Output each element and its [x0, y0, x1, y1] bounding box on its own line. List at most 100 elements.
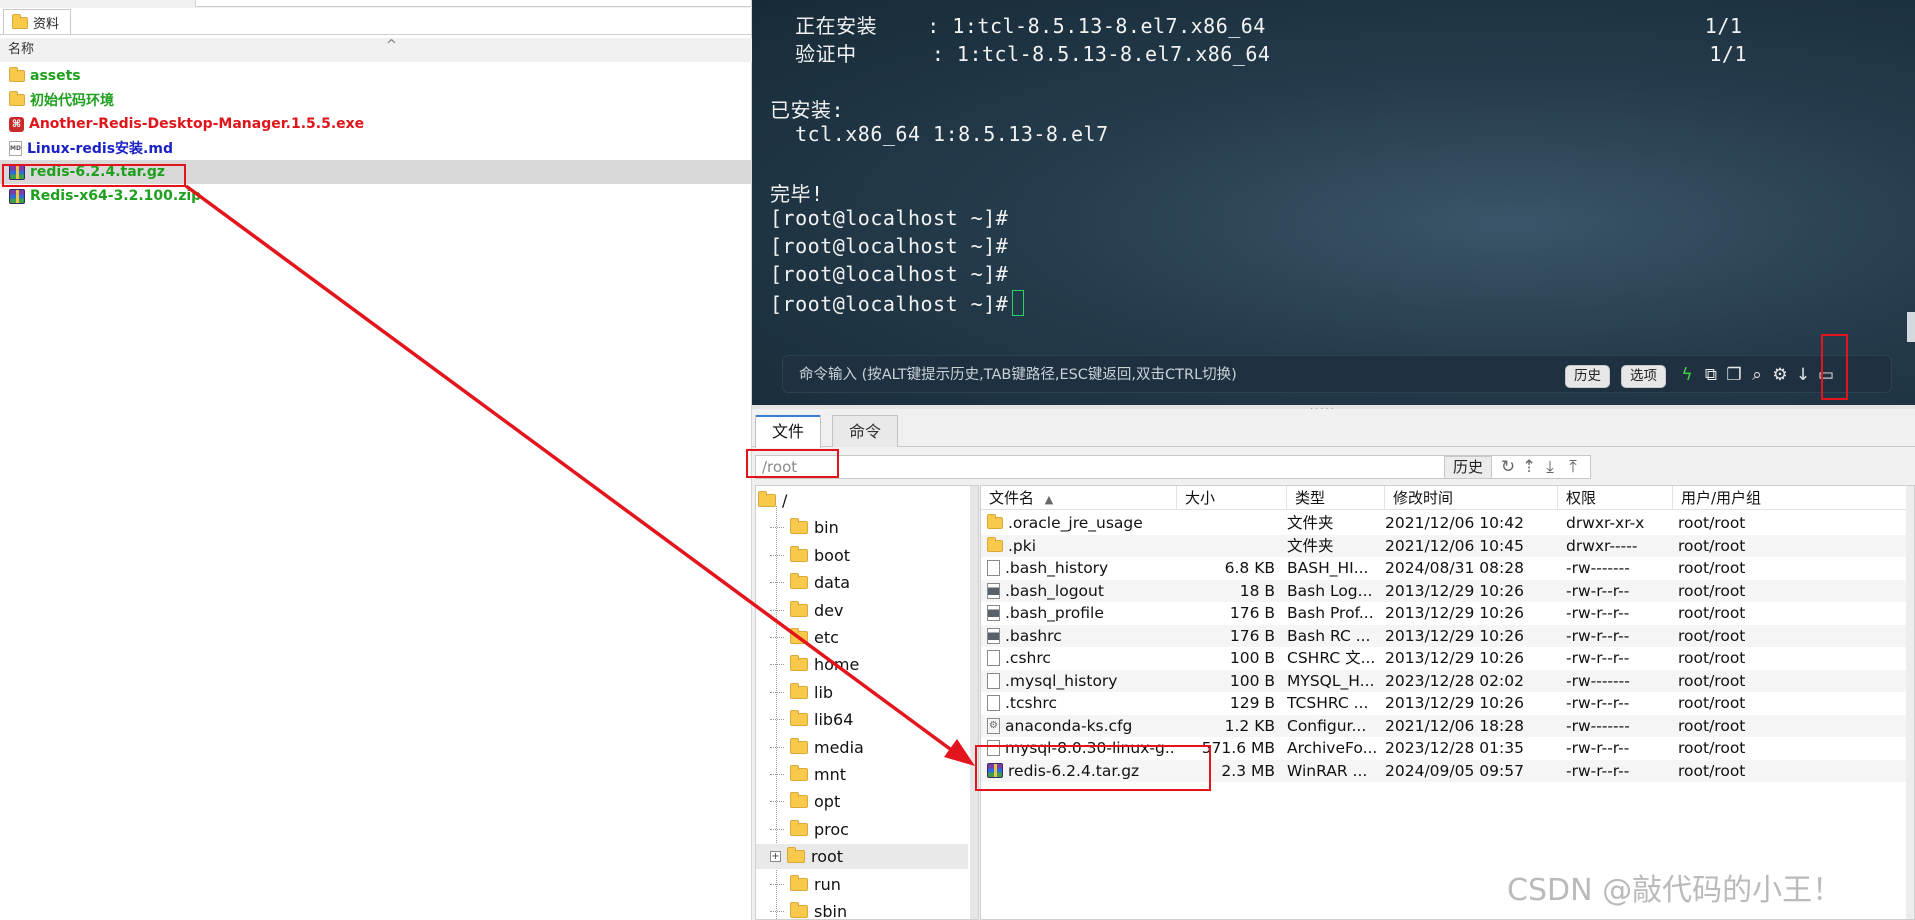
refresh-icon[interactable]: ↻ [1498, 455, 1518, 479]
file-permissions-cell: -rw------- [1566, 559, 1630, 577]
tree-item[interactable]: etc [756, 625, 968, 650]
folder-icon [987, 536, 1003, 552]
path-history-button[interactable]: 历史 [1444, 456, 1493, 479]
tree-item[interactable]: mnt [756, 762, 968, 787]
command-input-field[interactable]: 命令输入 (按ALT键提示历史,TAB键路径,ESC键返回,双击CTRL切换) [799, 356, 1559, 394]
explorer-file-item[interactable]: 初始代码环境 [0, 88, 752, 112]
explorer-file-name: Another-Redis-Desktop-Manager.1.5.5.exe [29, 116, 365, 132]
sftp-file-manager: 文件 命令 / root 历史 ↻ ⇡ ⤓ ⤒ / bin boot data dev et… [752, 409, 1915, 920]
column-header-name[interactable]: 名称 ^ [0, 38, 752, 62]
address-bar[interactable] [195, 0, 752, 7]
column-header-owner[interactable]: 用户/用户组 [1673, 486, 1906, 510]
tree-item-label: etc [814, 628, 839, 647]
tree-item[interactable]: bin [756, 515, 968, 540]
tree-scrollbar[interactable] [970, 486, 978, 919]
tree-branch-line [770, 719, 784, 721]
file-row[interactable]: .bash_profile 176 B Bash Prof... 2013/12/29… [981, 602, 1914, 625]
file-row[interactable]: mysql-8.0.30-linux-g... 571.6 MB ArchiveFo… [981, 737, 1914, 760]
winrar-archive-icon [987, 763, 1003, 779]
lightning-icon[interactable]: ϟ [1676, 364, 1698, 386]
explorer-file-item[interactable]: ⌘ Another-Redis-Desktop-Manager.1.5.5.exe [0, 112, 752, 136]
search-icon[interactable]: ⌕ [1746, 364, 1768, 386]
file-name-text: mysql-8.0.30-linux-g... [1005, 739, 1175, 757]
explorer-tab-folder[interactable]: 资料 [3, 9, 71, 35]
column-header-modified[interactable]: 修改时间 [1385, 486, 1558, 510]
paste-icon[interactable]: ❐ [1723, 364, 1745, 386]
tree-item-label: mnt [814, 765, 846, 784]
arrow-down-icon[interactable]: ↓ [1792, 364, 1814, 386]
copy-icon[interactable]: ⧉ [1700, 364, 1722, 386]
column-header-size[interactable]: 大小 [1177, 486, 1287, 510]
terminal-line: [root@localhost ~]# [770, 206, 1008, 230]
file-owner-cell: root/root [1678, 716, 1746, 735]
terminal-line-text: [root@localhost ~]# [770, 262, 1009, 286]
file-row[interactable]: .bash_history 6.8 KB BASH_HI... 2024/08/31 … [981, 557, 1914, 580]
terminal-line-text: tcl.x86_64 1:8.5.13-8.el7 [770, 122, 1109, 146]
tab-files[interactable]: 文件 [755, 415, 822, 448]
ssh-terminal[interactable]: 正在安装 : 1:tcl-8.5.13-8.el7.x86_64 1/1 验证中… [752, 0, 1915, 405]
column-header-permissions[interactable]: 权限 [1558, 486, 1673, 510]
file-name-cell: ⚙ anaconda-ks.cfg [987, 715, 1175, 738]
tree-item[interactable]: sbin [756, 899, 968, 919]
column-header-label: 名称 [8, 42, 35, 57]
file-type-cell: 文件夹 [1287, 536, 1334, 555]
tree-branch-line [770, 637, 784, 638]
tree-item[interactable]: media [756, 735, 968, 760]
file-owner-cell: root/root [1678, 559, 1746, 577]
tree-item[interactable]: lib64 [756, 707, 968, 732]
tab-commands[interactable]: 命令 [832, 415, 899, 447]
file-row[interactable]: .bashrc 176 B Bash RC ... 2013/12/29 10:26 -… [981, 624, 1914, 647]
terminal-line: 完毕! [770, 178, 824, 207]
file-row[interactable]: redis-6.2.4.tar.gz 2.3 MB WinRAR ... 2024/0… [981, 759, 1914, 783]
folder-icon [987, 514, 1003, 530]
file-list-scrollbar[interactable] [1906, 486, 1914, 919]
file-modified-cell: 2021/12/06 10:42 [1385, 514, 1524, 532]
folder-icon [790, 518, 808, 535]
tree-item[interactable]: data [756, 570, 968, 595]
tree-item[interactable]: dev [756, 598, 968, 623]
tree-item[interactable]: run [756, 872, 968, 897]
terminal-scrollbar[interactable] [1907, 312, 1915, 342]
tree-item[interactable]: opt [756, 789, 968, 814]
terminal-line-text: [root@localhost ~]# [770, 234, 1009, 258]
explorer-file-item[interactable]: Redis-x64-3.2.100.zip [0, 184, 752, 208]
explorer-file-item[interactable]: MD Linux-redis安装.md [0, 136, 752, 160]
up-directory-icon[interactable]: ⇡ [1519, 455, 1539, 479]
tree-item[interactable]: home [756, 652, 968, 677]
tree-item[interactable]: proc [756, 817, 968, 842]
file-row[interactable]: .mysql_history 100 B MYSQL_H... 2023/12/28 … [981, 669, 1914, 692]
upload-icon[interactable]: ⤒ [1563, 455, 1583, 479]
column-header-type[interactable]: 类型 [1287, 486, 1385, 510]
gear-icon[interactable]: ⚙ [1769, 364, 1791, 386]
window-maximize-icon[interactable]: ▭ [1815, 364, 1837, 386]
tree-item[interactable]: boot [756, 543, 968, 568]
file-name-text: .bashrc [1005, 626, 1062, 645]
file-row[interactable]: .pki 文件夹 2021/12/06 10:45 drwxr----- root/ro… [981, 534, 1914, 557]
column-header-filename[interactable]: 文件名 ▲ [981, 486, 1177, 510]
tree-item[interactable]: lib [756, 680, 968, 705]
file-type-cell: WinRAR ... [1287, 761, 1368, 780]
terminal-line: 已安装: [770, 94, 844, 123]
options-button[interactable]: 选项 [1621, 365, 1666, 388]
folder-icon [790, 737, 808, 754]
file-row[interactable]: ⚙ anaconda-ks.cfg 1.2 KB Configur... 2021/12… [981, 714, 1914, 738]
file-row[interactable]: .bash_logout 18 B Bash Log... 2013/12/29 10… [981, 579, 1914, 602]
tree-item[interactable]: + root [756, 844, 968, 870]
file-row[interactable]: .tcshrc 129 B TCSHRC ... 2013/12/29 10:26 -r… [981, 692, 1914, 715]
file-name-cell: .tcshrc [987, 692, 1175, 715]
history-button[interactable]: 历史 [1565, 365, 1610, 388]
tree-item[interactable]: / [756, 488, 968, 513]
explorer-file-item[interactable]: assets [0, 64, 752, 88]
tree-item-label: media [814, 737, 864, 757]
download-icon[interactable]: ⤓ [1540, 455, 1560, 479]
terminal-line-text: [root@localhost ~]# [770, 292, 1009, 316]
terminal-line: 正在安装 : 1:tcl-8.5.13-8.el7.x86_64 1/1 [770, 10, 1742, 39]
tree-expand-icon[interactable]: + [770, 851, 781, 863]
folder-icon [790, 874, 808, 891]
file-name-cell: redis-6.2.4.tar.gz [987, 760, 1175, 783]
file-row[interactable]: .cshrc 100 B CSHRC 文... 2013/12/29 10:26 -rw… [981, 647, 1914, 670]
file-row[interactable]: .oracle_jre_usage 文件夹 2021/12/06 10:42 drwx… [981, 512, 1914, 535]
terminal-line: [root@localhost ~]# [770, 290, 1025, 316]
explorer-file-item[interactable]: redis-6.2.4.tar.gz [0, 160, 752, 184]
folder-icon [790, 682, 808, 699]
